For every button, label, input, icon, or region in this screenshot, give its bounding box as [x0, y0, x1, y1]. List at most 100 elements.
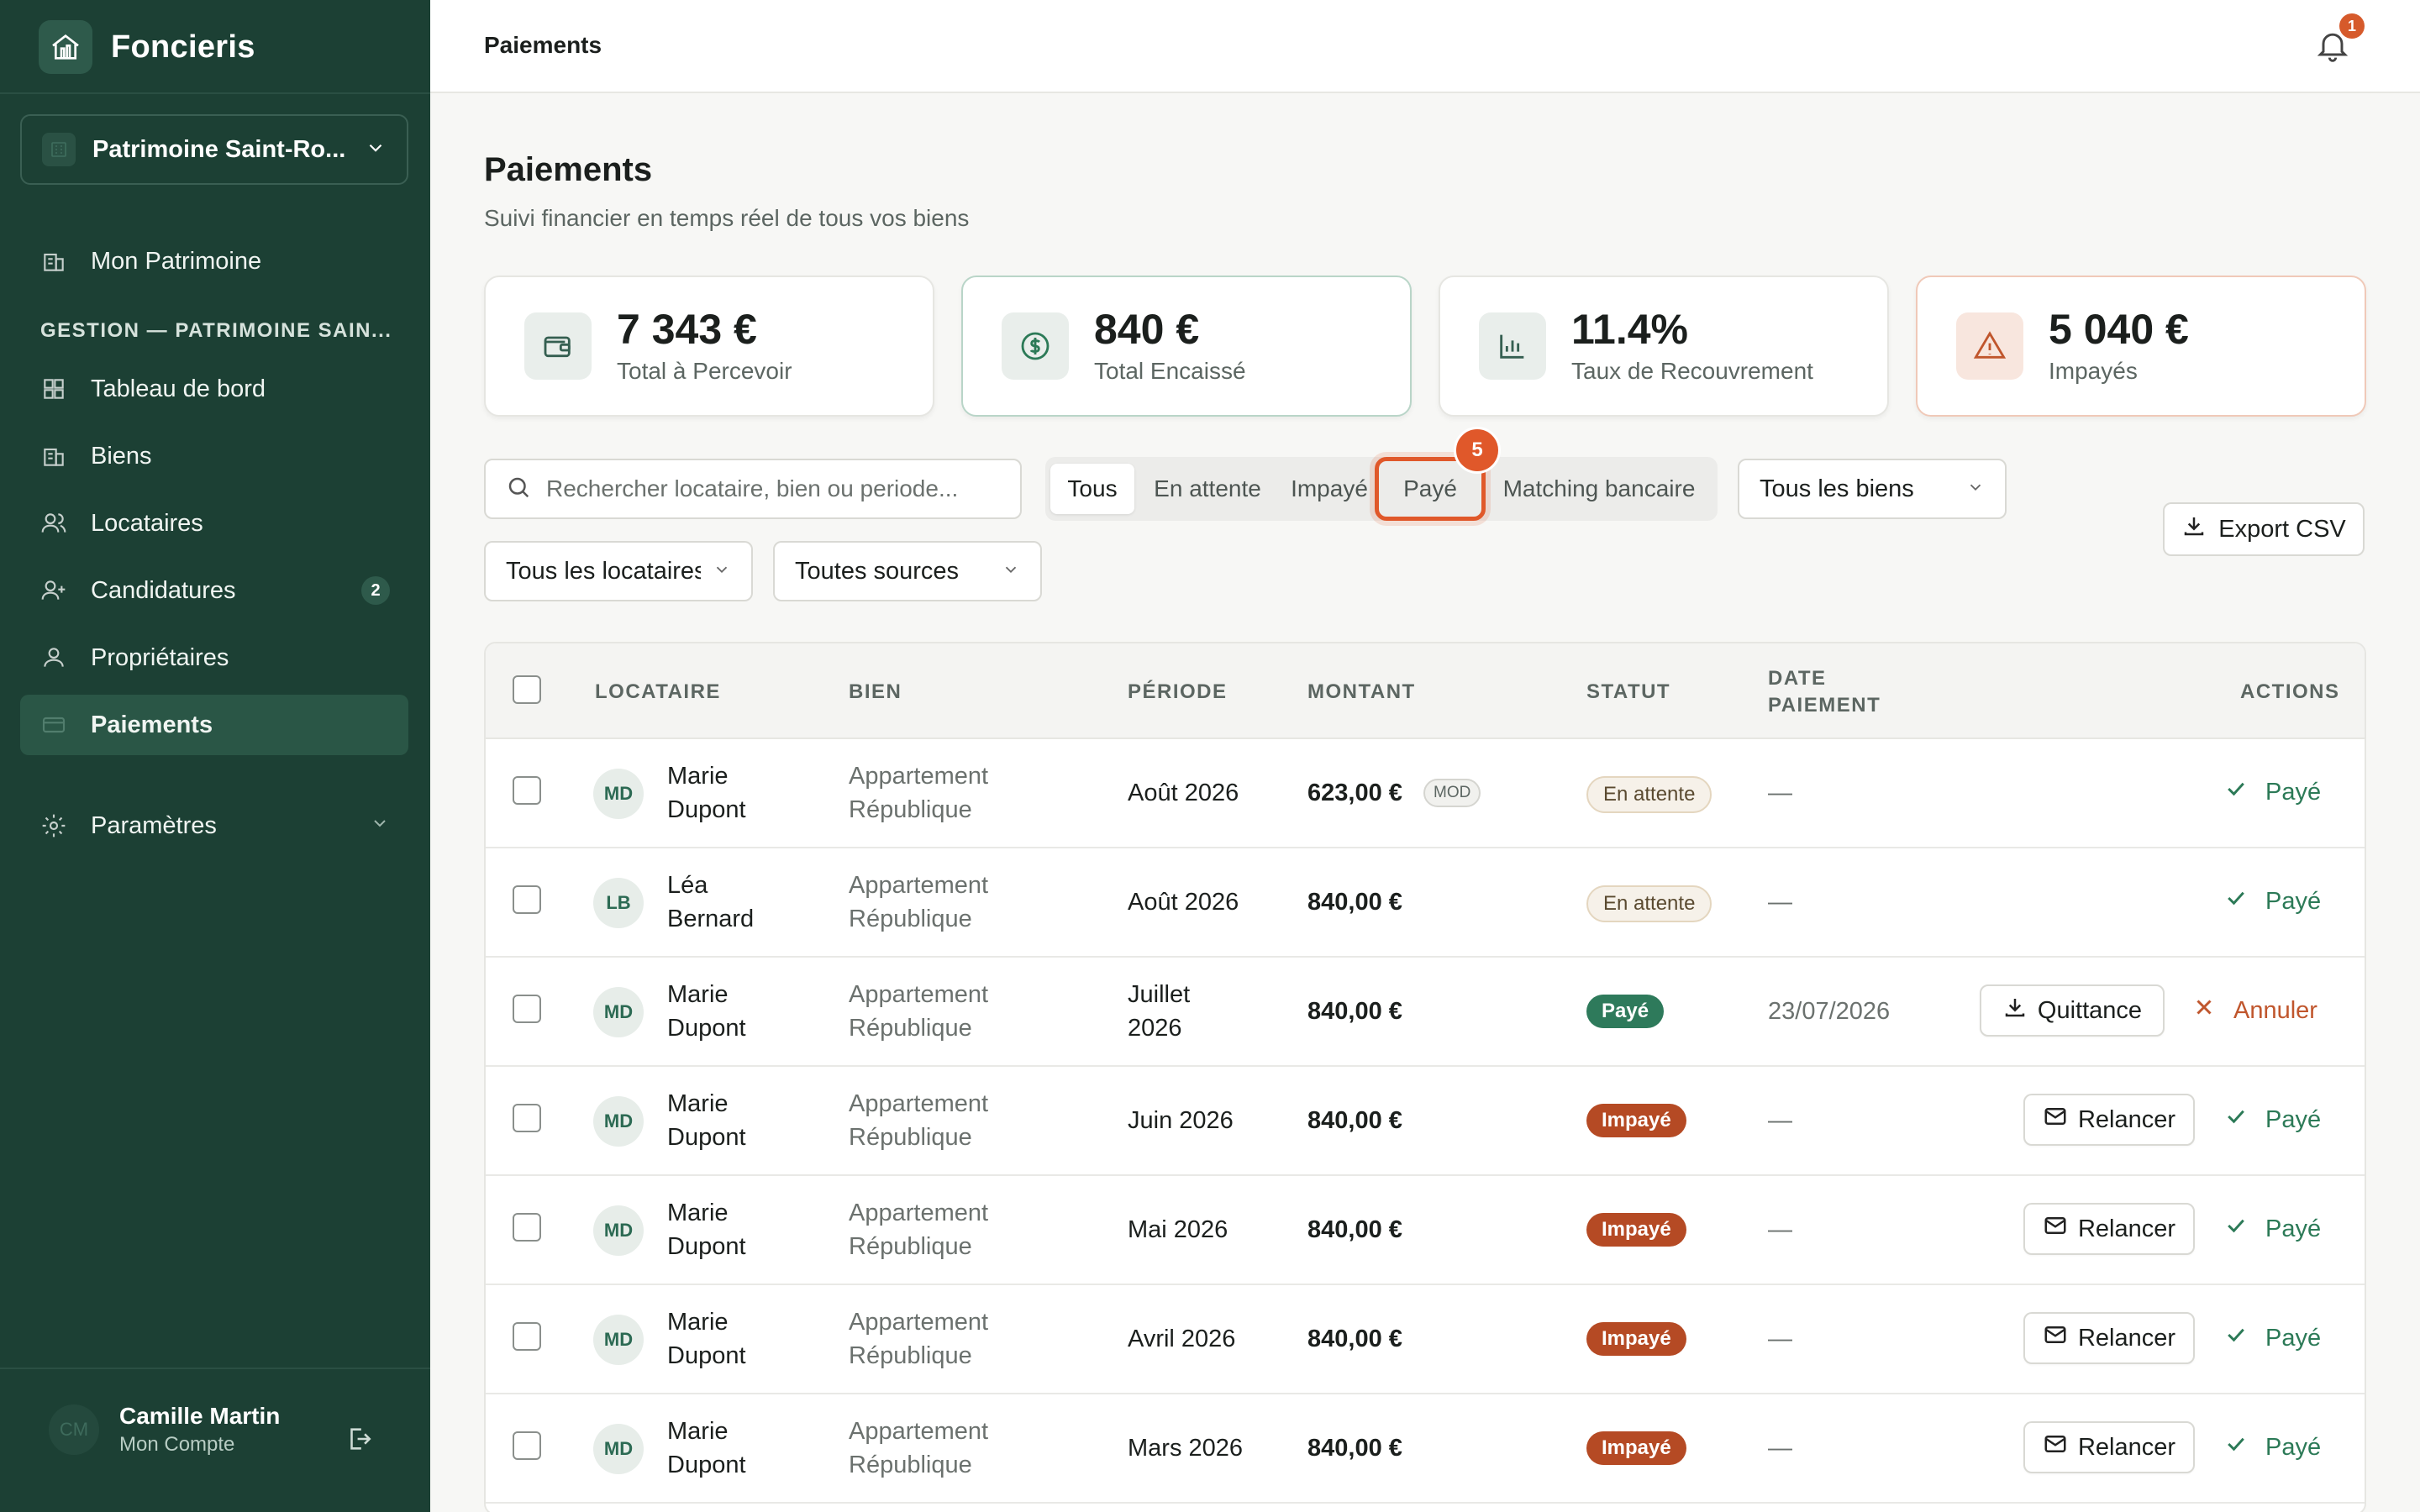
property-line2: République: [849, 1342, 972, 1369]
table-header: LOCATAIRE BIEN PÉRIODE MONTANT STATUT DA…: [486, 643, 2365, 739]
avatar: MD: [593, 1424, 644, 1474]
relancer-button[interactable]: Relancer: [2023, 1312, 2195, 1364]
status-badge: Impayé: [1586, 1322, 1686, 1356]
warning-icon: [1956, 312, 2023, 380]
modified-badge: MOD: [1423, 779, 1481, 807]
count-badge: 5: [1454, 427, 1501, 474]
brand[interactable]: Foncieris: [39, 20, 255, 74]
user-account[interactable]: CM Camille Martin Mon Compte: [49, 1403, 385, 1457]
mark-paid-button[interactable]: Payé: [2223, 1322, 2321, 1354]
sidebar-item-parametres[interactable]: Paramètres: [20, 795, 408, 856]
row-checkbox[interactable]: [513, 776, 541, 805]
period-year: 2026: [1128, 1015, 1182, 1042]
sidebar-item-tableau-de-bord[interactable]: Tableau de bord: [20, 359, 408, 419]
relancer-label: Relancer: [2077, 1433, 2176, 1461]
row-checkbox[interactable]: [513, 1431, 541, 1460]
quittance-button[interactable]: Quittance: [1980, 984, 2165, 1037]
divider: [0, 92, 430, 94]
property-line1: Appartement: [849, 1418, 989, 1445]
cancel-label: Annuler: [2233, 996, 2317, 1024]
mark-paid-button[interactable]: Payé: [2223, 1104, 2321, 1136]
mark-paid-button[interactable]: Payé: [2223, 1431, 2321, 1463]
sidebar-item-locataires[interactable]: Locataires: [20, 493, 408, 554]
payments-table: LOCATAIRE BIEN PÉRIODE MONTANT STATUT DA…: [484, 642, 2366, 1512]
col-date: DATE: [1768, 667, 1827, 690]
col-statut: STATUT: [1586, 680, 1671, 703]
col-montant: MONTANT: [1307, 680, 1416, 703]
table-row[interactable]: MD Marie Dupont Appartement République M…: [486, 1176, 2365, 1285]
row-checkbox[interactable]: [513, 885, 541, 914]
mark-paid-button[interactable]: Payé: [2223, 1213, 2321, 1245]
search-input[interactable]: [546, 475, 1000, 502]
row-checkbox[interactable]: [513, 1104, 541, 1132]
amount: 840,00 €: [1307, 1216, 1402, 1243]
period: Avril 2026: [1128, 1326, 1236, 1352]
table-row[interactable]: MD Marie Dupont Appartement République A…: [486, 1285, 2365, 1394]
payment-date: —: [1768, 1216, 1792, 1243]
table-row[interactable]: MD Marie Dupont Appartement République J…: [486, 958, 2365, 1067]
logout-icon[interactable]: [345, 1425, 373, 1457]
tab-tous[interactable]: Tous: [1050, 464, 1134, 514]
mark-paid-button[interactable]: Payé: [2223, 776, 2321, 808]
sidebar-item-label: Locataires: [91, 509, 203, 537]
tenant-last-name: Dupont: [667, 796, 746, 823]
table-row[interactable]: LB Léa Bernard Appartement République Ao…: [486, 848, 2365, 958]
locataires-select[interactable]: Tous les locataires: [484, 541, 753, 601]
mark-paid-label: Payé: [2265, 1105, 2322, 1133]
period: Août 2026: [1128, 780, 1239, 806]
row-checkbox[interactable]: [513, 1213, 541, 1242]
row-checkbox[interactable]: [513, 995, 541, 1023]
gear-icon: [39, 811, 69, 841]
tenant-last-name: Dupont: [667, 1233, 746, 1260]
tenant-first-name: Marie: [667, 981, 729, 1008]
select-all-checkbox[interactable]: [513, 675, 541, 704]
search-box[interactable]: [484, 459, 1022, 519]
table-row[interactable]: MD Marie Dupont Appartement République M…: [486, 1394, 2365, 1504]
sidebar-item-candidatures[interactable]: Candidatures 2: [20, 560, 408, 621]
property-line1: Appartement: [849, 1309, 989, 1336]
relancer-button[interactable]: Relancer: [2023, 1094, 2195, 1146]
table-row[interactable]: MD Marie Dupont Appartement République A…: [486, 739, 2365, 848]
patrimoine-label: Patrimoine Saint-Ro...: [92, 135, 346, 163]
sidebar-item-proprietaires[interactable]: Propriétaires: [20, 627, 408, 688]
relancer-button[interactable]: Relancer: [2023, 1421, 2195, 1473]
sources-select[interactable]: Toutes sources: [773, 541, 1042, 601]
sidebar-item-paiements[interactable]: Paiements: [20, 695, 408, 755]
amount: 840,00 €: [1307, 1435, 1402, 1462]
period: Mai 2026: [1128, 1216, 1228, 1243]
biens-select-value: Tous les biens: [1760, 475, 1914, 502]
sidebar-item-biens[interactable]: Biens: [20, 426, 408, 486]
cancel-button[interactable]: Annuler: [2191, 995, 2317, 1026]
download-icon: [2181, 513, 2207, 545]
status-badge: Impayé: [1586, 1213, 1686, 1247]
sources-select-value: Toutes sources: [795, 557, 960, 585]
mark-paid-button[interactable]: Payé: [2223, 885, 2321, 917]
users-icon: [39, 508, 69, 538]
close-icon: [2191, 995, 2217, 1026]
user-plus-icon: [39, 575, 69, 606]
dollar-circle-icon: [1002, 312, 1069, 380]
export-csv-button[interactable]: Export CSV: [2163, 502, 2365, 556]
sidebar-item-label: Paiements: [91, 711, 213, 738]
tab-matching-bancaire[interactable]: Matching bancaire: [1486, 464, 1712, 514]
table-row[interactable]: MD Marie Dupont Appartement République J…: [486, 1067, 2365, 1176]
property-line1: Appartement: [849, 1090, 989, 1117]
tab-impaye[interactable]: Impayé: [1289, 464, 1370, 514]
locataires-select-value: Tous les locataires: [506, 557, 701, 585]
status-badge: Payé: [1586, 995, 1665, 1028]
payment-date: —: [1768, 1435, 1792, 1462]
dashboard-icon: [39, 374, 69, 404]
amount: 840,00 €: [1307, 889, 1402, 916]
building-icon: [39, 246, 69, 276]
relancer-button[interactable]: Relancer: [2023, 1203, 2195, 1255]
sidebar-item-label: Propriétaires: [91, 643, 229, 671]
quittance-label: Quittance: [2037, 996, 2143, 1024]
row-checkbox[interactable]: [513, 1322, 541, 1351]
sidebar-item-label: Tableau de bord: [91, 375, 266, 402]
card-icon: [39, 710, 69, 740]
tab-en-attente[interactable]: En attente: [1143, 464, 1272, 514]
sidebar-item-mon-patrimoine[interactable]: Mon Patrimoine: [20, 231, 408, 291]
tenant-first-name: Léa: [667, 872, 708, 899]
patrimoine-selector[interactable]: Patrimoine Saint-Ro...: [20, 114, 408, 185]
biens-select[interactable]: Tous les biens: [1738, 459, 2007, 519]
